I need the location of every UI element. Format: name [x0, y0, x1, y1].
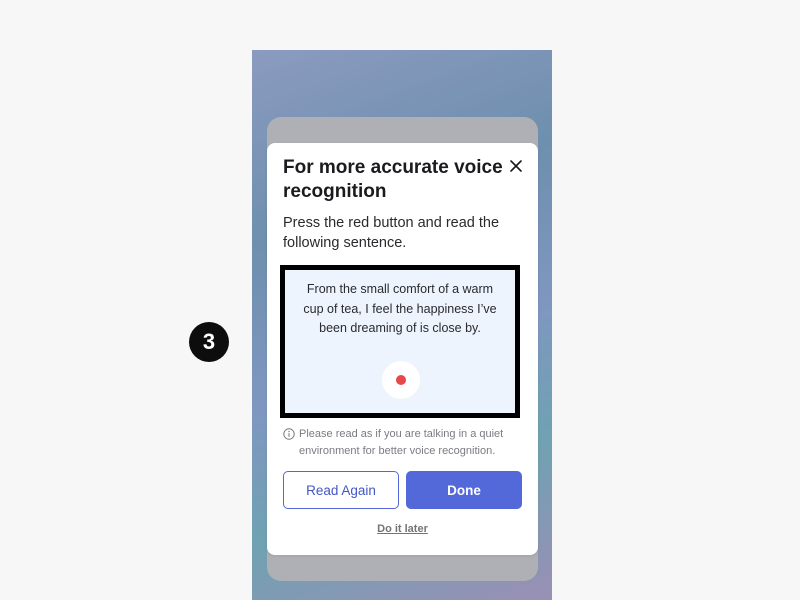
sentence-box: From the small comfort of a warm cup of …	[280, 265, 520, 418]
step-number: 3	[202, 329, 216, 354]
dialog-title: For more accurate voice recognition	[283, 157, 503, 202]
done-button[interactable]: Done	[406, 471, 522, 509]
step-badge: 3	[189, 322, 229, 362]
do-it-later-link[interactable]: Do it later	[267, 523, 538, 535]
close-icon	[510, 160, 522, 172]
page: 3 For more accurate voice recognition Pr…	[0, 0, 800, 600]
record-icon	[396, 375, 406, 385]
info-text: Please read as if you are talking in a q…	[299, 428, 504, 457]
record-button[interactable]	[382, 361, 420, 399]
voice-recognition-dialog: For more accurate voice recognition Pres…	[267, 143, 538, 555]
sentence-text: From the small comfort of a warm cup of …	[303, 282, 497, 335]
read-again-button[interactable]: Read Again	[283, 471, 399, 509]
info-icon	[283, 428, 295, 440]
dialog-description: Press the red button and read the follow…	[283, 215, 500, 251]
close-button[interactable]	[505, 155, 527, 177]
phone-screen: For more accurate voice recognition Pres…	[252, 50, 552, 600]
